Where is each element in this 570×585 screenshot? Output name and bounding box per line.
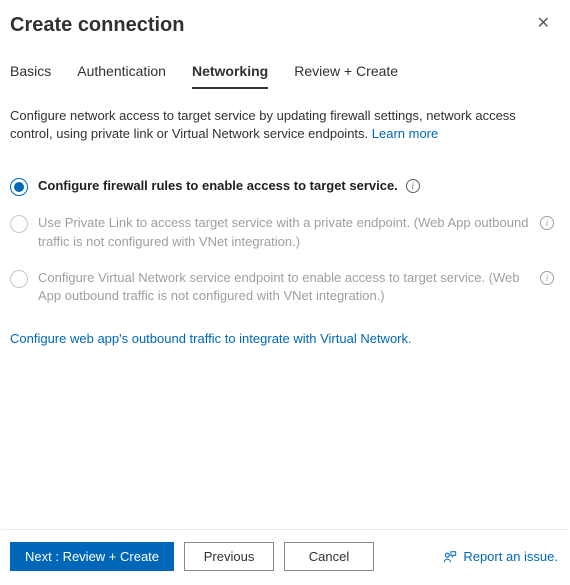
tab-networking[interactable]: Networking [192, 63, 268, 89]
content-area: Configure network access to target servi… [0, 89, 570, 529]
close-icon[interactable]: ✕ [535, 14, 552, 34]
info-icon[interactable]: i [540, 216, 554, 230]
option-vnet-endpoint-label: Configure Virtual Network service endpoi… [38, 269, 532, 305]
description-text: Configure network access to target servi… [10, 108, 516, 141]
next-button[interactable]: Next : Review + Create [10, 542, 174, 571]
radio-private-link [10, 215, 28, 233]
tab-bar: Basics Authentication Networking Review … [0, 37, 570, 89]
option-private-link: Use Private Link to access target servic… [10, 214, 560, 250]
configure-outbound-link[interactable]: Configure web app's outbound traffic to … [10, 331, 412, 346]
tab-basics[interactable]: Basics [10, 63, 51, 89]
info-icon[interactable]: i [540, 271, 554, 285]
radio-firewall[interactable] [10, 178, 28, 196]
networking-description: Configure network access to target servi… [10, 107, 560, 143]
option-firewall-label: Configure firewall rules to enable acces… [38, 177, 398, 195]
report-issue-link[interactable]: Report an issue. [443, 549, 558, 564]
networking-options: Configure firewall rules to enable acces… [10, 177, 560, 305]
previous-button[interactable]: Previous [184, 542, 274, 571]
option-private-link-label: Use Private Link to access target servic… [38, 214, 532, 250]
option-vnet-endpoint: Configure Virtual Network service endpoi… [10, 269, 560, 305]
page-title: Create connection [10, 14, 184, 37]
report-issue-label: Report an issue. [463, 549, 558, 564]
tab-authentication[interactable]: Authentication [77, 63, 166, 89]
person-feedback-icon [443, 550, 457, 564]
option-firewall[interactable]: Configure firewall rules to enable acces… [10, 177, 560, 196]
radio-vnet-endpoint [10, 270, 28, 288]
learn-more-link[interactable]: Learn more [372, 126, 438, 141]
tab-review-create[interactable]: Review + Create [294, 63, 398, 89]
footer: Next : Review + Create Previous Cancel R… [0, 530, 570, 585]
info-icon[interactable]: i [406, 179, 420, 193]
cancel-button[interactable]: Cancel [284, 542, 374, 571]
